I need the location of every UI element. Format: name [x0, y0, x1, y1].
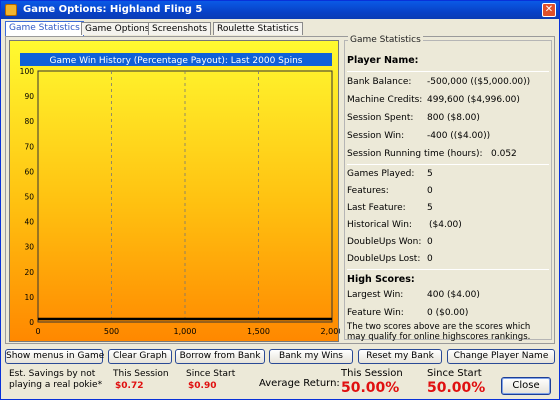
app-icon — [5, 4, 17, 16]
stat-label: Bank Balance: — [347, 77, 412, 87]
stat-value: 499,600 ($4,996.00) — [427, 95, 520, 105]
divider — [347, 164, 549, 165]
x-tick-label: 0 — [35, 327, 40, 336]
win-history-chart: Game Win History (Percentage Payout): La… — [20, 53, 340, 336]
x-tick-label: 2,000 — [321, 327, 340, 336]
x-tick-label: 1,500 — [247, 327, 270, 336]
bank-my-wins-button[interactable]: Bank my Wins — [269, 349, 353, 364]
divider — [347, 269, 549, 270]
stat-label: Last Feature: — [347, 203, 406, 213]
this-session-savings: $0.72 — [115, 381, 144, 391]
stat-label: Feature Win: — [347, 308, 404, 318]
stat-value: -500,000 (($5,000.00)) — [427, 77, 531, 87]
stat-label: Historical Win: — [347, 220, 412, 230]
y-tick-label: 20 — [24, 268, 34, 277]
stat-label: DoubleUps Lost: — [347, 254, 421, 264]
y-tick-label: 60 — [24, 167, 34, 176]
y-tick-label: 0 — [29, 318, 34, 327]
stat-value: 800 ($8.00) — [427, 113, 480, 123]
title-bar[interactable]: Game Options: Highland Fling 5 ✕ — [1, 1, 559, 19]
stat-label: Games Played: — [347, 169, 415, 179]
stat-value: 0 — [427, 237, 433, 247]
avg-since-start-label: Since Start — [427, 368, 482, 379]
stat-value: 5 — [427, 169, 433, 179]
window-title: Game Options: Highland Fling 5 — [23, 4, 203, 15]
since-start-savings: $0.90 — [188, 381, 217, 391]
reset-my-bank-button[interactable]: Reset my Bank — [358, 349, 442, 364]
action-button-bar: Show menus in Game Clear Graph Borrow fr… — [5, 349, 557, 365]
tab-content-panel: Game Win History (Percentage Payout): La… — [5, 35, 555, 344]
chart-title: Game Win History (Percentage Payout): La… — [49, 56, 302, 66]
y-tick-label: 10 — [24, 293, 34, 302]
average-return-label: Average Return: — [259, 378, 340, 389]
y-tick-label: 90 — [24, 92, 34, 101]
savings-label-line2: playing a real pokie* — [9, 380, 103, 390]
statistics-group-title: Game Statistics — [348, 35, 423, 45]
footer-summary: Est. Savings by not playing a real pokie… — [1, 367, 559, 399]
tab-game-options[interactable]: Game Options — [81, 22, 154, 35]
high-scores-label: High Scores: — [347, 274, 415, 285]
x-tick-label: 500 — [104, 327, 119, 336]
y-tick-label: 40 — [24, 218, 34, 227]
savings-label-line1: Est. Savings by not — [9, 369, 96, 379]
close-button[interactable]: Close — [501, 377, 551, 395]
this-session-label: This Session — [113, 369, 169, 379]
stat-label: Session Win: — [347, 131, 405, 141]
stat-value: 400 ($4.00) — [427, 290, 480, 300]
stat-value: 0 ($0.00) — [427, 308, 469, 318]
clear-graph-button[interactable]: Clear Graph — [108, 349, 172, 364]
stat-label: Machine Credits: — [347, 95, 423, 105]
stat-value: 0 — [427, 254, 433, 264]
avg-since-start-value: 50.00% — [427, 380, 486, 396]
stat-value: 0.052 — [491, 149, 517, 159]
y-tick-label: 80 — [24, 117, 34, 126]
stat-label: Largest Win: — [347, 290, 404, 300]
y-tick-label: 70 — [24, 142, 34, 151]
stat-value: 5 — [427, 203, 433, 213]
window-close-button[interactable]: ✕ — [542, 3, 556, 17]
y-tick-label: 100 — [20, 67, 35, 76]
stat-label: Session Running time (hours): — [347, 149, 483, 159]
y-tick-label: 30 — [24, 243, 34, 252]
show-menus-in-game-button[interactable]: Show menus in Game — [5, 349, 104, 364]
stat-label: Features: — [347, 186, 389, 196]
avg-this-session-value: 50.00% — [341, 380, 400, 396]
tab-roulette-statistics[interactable]: Roulette Statistics — [213, 22, 303, 35]
divider — [347, 71, 549, 72]
avg-this-session-label: This Session — [341, 368, 403, 379]
statistics-group: Game Statistics Player Name: Bank Balanc… — [344, 35, 552, 342]
y-tick-label: 50 — [24, 193, 34, 202]
x-tick-label: 1,000 — [174, 327, 197, 336]
stat-value: 0 — [427, 186, 433, 196]
stat-label: Session Spent: — [347, 113, 414, 123]
borrow-from-bank-button[interactable]: Borrow from Bank — [175, 349, 265, 364]
player-name-label: Player Name: — [347, 55, 419, 66]
stat-value: -400 (($4.00)) — [427, 131, 491, 141]
stat-value: ($4.00) — [429, 220, 462, 230]
game-options-window: Game Options: Highland Fling 5 ✕ Game St… — [0, 0, 560, 400]
tab-game-statistics[interactable]: Game Statistics — [5, 21, 84, 36]
since-start-label: Since Start — [186, 369, 236, 379]
stat-label: DoubleUps Won: — [347, 237, 422, 247]
highscore-note: The two scores above are the scores whic… — [347, 322, 531, 342]
change-player-name-button[interactable]: Change Player Name — [447, 349, 555, 364]
tab-screenshots[interactable]: Screenshots — [148, 22, 212, 35]
chart-panel: Game Win History (Percentage Payout): La… — [9, 40, 340, 342]
